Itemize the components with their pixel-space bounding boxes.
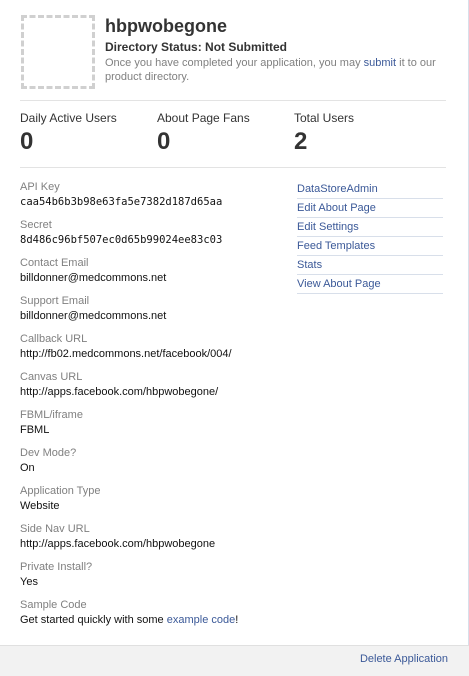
datastore-admin-link[interactable]: DataStoreAdmin [297, 180, 443, 199]
dev-mode-value: On [20, 462, 35, 474]
field-label: FBML/iframe [20, 409, 83, 421]
stat-value: 0 [20, 128, 34, 155]
private-install-value: Yes [20, 576, 38, 588]
field-sample-code: Sample Code Get started quickly with som… [20, 596, 290, 634]
stat-label: Total Users [294, 111, 355, 125]
stat-value: 2 [294, 128, 308, 155]
field-dev-mode: Dev Mode? On [20, 444, 290, 482]
sample-code-value: Get started quickly with some example co… [20, 612, 290, 628]
app-properties: API Key caa54b6b3b98e63fa5e7382d187d65aa… [20, 178, 290, 634]
directory-status: Directory Status: Not Submitted [105, 40, 288, 54]
field-label: API Key [20, 181, 60, 193]
support-email-value: billdonner@medcommons.net [20, 310, 167, 322]
directory-note-text: Once you have completed your application… [105, 57, 364, 69]
field-api-key: API Key caa54b6b3b98e63fa5e7382d187d65aa [20, 178, 290, 216]
field-label: Canvas URL [20, 371, 83, 383]
field-label: Sample Code [20, 599, 87, 611]
field-label: Application Type [20, 485, 101, 497]
field-label: Private Install? [20, 561, 93, 573]
field-canvas-url: Canvas URL http://apps.facebook.com/hbpw… [20, 368, 290, 406]
field-fbml-iframe: FBML/iframe FBML [20, 406, 290, 444]
example-code-link[interactable]: example code [167, 614, 236, 626]
callback-url-value: http://fb02.medcommons.net/facebook/004/ [20, 348, 232, 360]
divider [20, 100, 446, 101]
app-actions-menu: DataStoreAdmin Edit About Page Edit Sett… [297, 180, 443, 294]
stat-total-users: Total Users 2 [294, 111, 354, 156]
app-name: hbpwobegone [105, 16, 227, 36]
field-label: Contact Email [20, 257, 89, 269]
stat-label: Daily Active Users [20, 111, 117, 125]
field-contact-email: Contact Email billdonner@medcommons.net [20, 254, 290, 292]
app-icon-placeholder [21, 15, 95, 89]
divider [20, 167, 446, 168]
sample-code-text-end: ! [235, 614, 239, 626]
field-label: Side Nav URL [20, 523, 90, 535]
field-label: Support Email [20, 295, 90, 307]
field-private-install: Private Install? Yes [20, 558, 290, 596]
canvas-url-value: http://apps.facebook.com/hbpwobegone/ [20, 386, 219, 398]
field-side-nav-url: Side Nav URL http://apps.facebook.com/hb… [20, 520, 290, 558]
stat-daily-active-users: Daily Active Users 0 [20, 111, 117, 156]
field-support-email: Support Email billdonner@medcommons.net [20, 292, 290, 330]
directory-note: Once you have completed your application… [105, 56, 450, 84]
delete-application-link[interactable]: Delete Application [360, 653, 448, 665]
secret-value: 8d486c96bf507ec0d65b99024ee83c03 [20, 234, 223, 246]
stats-link[interactable]: Stats [297, 256, 443, 275]
stat-label: About Page Fans [157, 111, 250, 125]
stat-value: 0 [157, 128, 171, 155]
footer-bar: Delete Application [0, 645, 469, 676]
feed-templates-link[interactable]: Feed Templates [297, 237, 443, 256]
api-key-value: caa54b6b3b98e63fa5e7382d187d65aa [20, 196, 223, 208]
edit-about-page-link[interactable]: Edit About Page [297, 199, 443, 218]
view-about-page-link[interactable]: View About Page [297, 275, 443, 294]
application-card: hbpwobegone Directory Status: Not Submit… [0, 0, 469, 676]
contact-email-value: billdonner@medcommons.net [20, 272, 167, 284]
field-callback-url: Callback URL http://fb02.medcommons.net/… [20, 330, 290, 368]
field-label: Secret [20, 219, 52, 231]
application-type-value: Website [20, 500, 60, 512]
side-nav-url-value: http://apps.facebook.com/hbpwobegone [20, 538, 216, 550]
edit-settings-link[interactable]: Edit Settings [297, 218, 443, 237]
field-label: Callback URL [20, 333, 88, 345]
field-application-type: Application Type Website [20, 482, 290, 520]
field-secret: Secret 8d486c96bf507ec0d65b99024ee83c03 [20, 216, 290, 254]
field-label: Dev Mode? [20, 447, 77, 459]
stat-about-page-fans: About Page Fans 0 [157, 111, 250, 156]
submit-link[interactable]: submit [364, 57, 396, 69]
fbml-iframe-value: FBML [20, 424, 50, 436]
sample-code-text: Get started quickly with some [20, 614, 167, 626]
